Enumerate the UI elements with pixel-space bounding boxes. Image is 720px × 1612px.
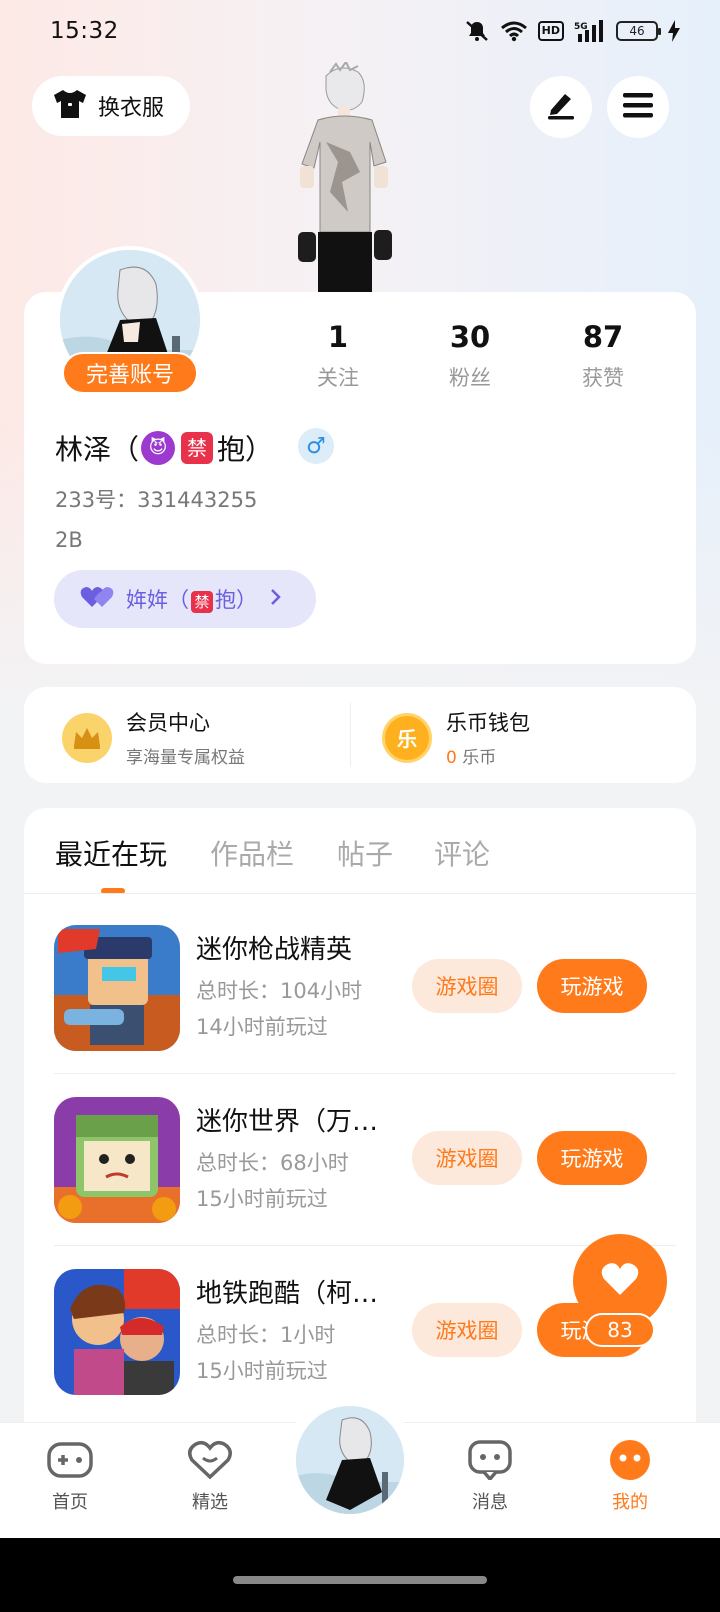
crown-icon	[62, 712, 112, 763]
coin-balance: 0	[446, 748, 457, 768]
gesture-area	[0, 1538, 720, 1612]
following-count: 1	[327, 320, 349, 354]
bio: 2B	[55, 528, 83, 552]
user-id[interactable]: 233号：331443255	[55, 484, 257, 514]
tab-posts[interactable]: 帖子	[337, 833, 393, 873]
stat-followers[interactable]: 30 粉丝	[415, 320, 525, 392]
charging-icon	[668, 20, 680, 42]
le-coin-icon: 乐	[382, 712, 432, 763]
chat-bubble-icon	[466, 1440, 514, 1484]
game-row[interactable]: 迷你世界（万… 总时长：68小时 15小时前玩过 游戏圈 玩游戏	[24, 1067, 696, 1239]
stat-following[interactable]: 1 关注	[283, 320, 393, 392]
game-last-played: 15小时前玩过	[196, 1359, 328, 1383]
followers-label: 粉丝	[449, 366, 491, 390]
heart-icon	[600, 1261, 640, 1301]
cp-relationship-pill[interactable]: 姩姩（禁抱）	[54, 570, 316, 628]
signal-icon: 5G	[574, 20, 606, 42]
game-last-played: 15小时前玩过	[196, 1187, 328, 1211]
avatar-character[interactable]	[290, 60, 400, 294]
nav-home[interactable]: 首页	[30, 1440, 110, 1514]
shirt-icon	[52, 89, 88, 123]
play-game-button[interactable]: 玩游戏	[537, 959, 647, 1013]
nickname-suffix: 抱）	[217, 433, 274, 466]
tab-works[interactable]: 作品栏	[210, 833, 294, 873]
cp-ban-emoji-icon: 禁	[191, 591, 213, 613]
nav-me-label: 我的	[612, 1492, 648, 1513]
chevron-right-icon	[269, 587, 283, 611]
edit-profile-button[interactable]	[530, 76, 592, 138]
coin-char: 乐	[397, 727, 417, 751]
stat-likes[interactable]: 87 获赞	[548, 320, 658, 392]
member-center-subtitle: 享海量专属权益	[126, 748, 245, 768]
devil-emoji-icon: 😈	[141, 431, 176, 465]
cp-suffix: 抱）	[215, 588, 257, 612]
nav-featured-label: 精选	[192, 1492, 228, 1513]
cp-label: 姩姩（禁抱）	[126, 584, 257, 614]
wifi-icon	[500, 20, 528, 42]
game-duration: 总时长：1小时	[196, 1323, 336, 1347]
like-count-badge: 83	[585, 1313, 655, 1347]
complete-account-button[interactable]: 完善账号	[62, 352, 198, 394]
hd-badge: HD	[537, 21, 564, 41]
nav-center-avatar[interactable]	[296, 1406, 404, 1514]
game-last-played: 14小时前玩过	[196, 1015, 328, 1039]
heart-outline-icon	[186, 1440, 234, 1484]
menu-button[interactable]	[607, 76, 669, 138]
change-outfit-label: 换衣服	[98, 96, 165, 121]
likes-count: 87	[582, 320, 624, 354]
game-icon-mini-world	[54, 1097, 180, 1223]
tab-recent-played[interactable]: 最近在玩	[55, 833, 167, 873]
battery-indicator: 46	[616, 21, 661, 41]
coin-wallet-title: 乐币钱包	[446, 711, 530, 735]
game-circle-button[interactable]: 游戏圈	[412, 1303, 522, 1357]
gamepad-icon	[46, 1442, 94, 1484]
nav-home-label: 首页	[52, 1492, 88, 1513]
tabs-divider	[24, 893, 696, 894]
status-icons: HD 5G 46	[464, 20, 680, 42]
nav-messages[interactable]: 消息	[450, 1440, 530, 1514]
game-name: 迷你世界（万…	[196, 1107, 379, 1137]
game-duration: 总时长：68小时	[196, 1151, 349, 1175]
double-heart-icon	[80, 585, 114, 613]
male-gender-icon: ♂	[298, 428, 334, 464]
ban-emoji-icon: 禁	[181, 432, 214, 464]
nickname-prefix: 林泽（	[55, 433, 140, 466]
status-bar: 15:32 HD 5G 46	[0, 0, 720, 64]
game-circle-button[interactable]: 游戏圈	[412, 1131, 522, 1185]
likes-label: 获赞	[582, 366, 624, 390]
coin-wallet-entry[interactable]: 乐 乐币钱包 0 乐币	[382, 707, 530, 768]
member-center-entry[interactable]: 会员中心 享海量专属权益	[62, 707, 245, 768]
gesture-bar[interactable]	[233, 1576, 487, 1584]
game-duration: 总时长：104小时	[196, 979, 363, 1003]
game-row[interactable]: 迷你枪战精英 总时长：104小时 14小时前玩过 游戏圈 玩游戏	[24, 895, 696, 1067]
profile-face-icon	[606, 1440, 654, 1484]
tab-comments[interactable]: 评论	[434, 833, 490, 873]
game-icon-mini-gun	[54, 925, 180, 1051]
cp-prefix: 姩姩（	[126, 588, 189, 612]
member-center-title: 会员中心	[126, 711, 210, 735]
game-circle-button[interactable]: 游戏圈	[412, 959, 522, 1013]
nickname: 林泽（ 😈 禁 抱）	[55, 428, 273, 468]
nav-me[interactable]: 我的	[590, 1440, 670, 1514]
nav-featured[interactable]: 精选	[170, 1440, 250, 1514]
game-name: 地铁跑酷（柯…	[196, 1279, 379, 1309]
following-label: 关注	[317, 366, 359, 390]
coin-unit: 乐币	[456, 748, 497, 768]
divider	[350, 703, 351, 767]
mute-icon	[464, 20, 490, 42]
menu-icon	[623, 92, 653, 122]
game-icon-subway-surfers	[54, 1269, 180, 1395]
followers-count: 30	[449, 320, 491, 354]
change-outfit-button[interactable]: 换衣服	[32, 76, 190, 136]
edit-icon	[545, 90, 577, 124]
nav-messages-label: 消息	[472, 1492, 508, 1513]
status-time: 15:32	[50, 18, 119, 44]
play-game-button[interactable]: 玩游戏	[537, 1131, 647, 1185]
game-name: 迷你枪战精英	[196, 935, 353, 965]
